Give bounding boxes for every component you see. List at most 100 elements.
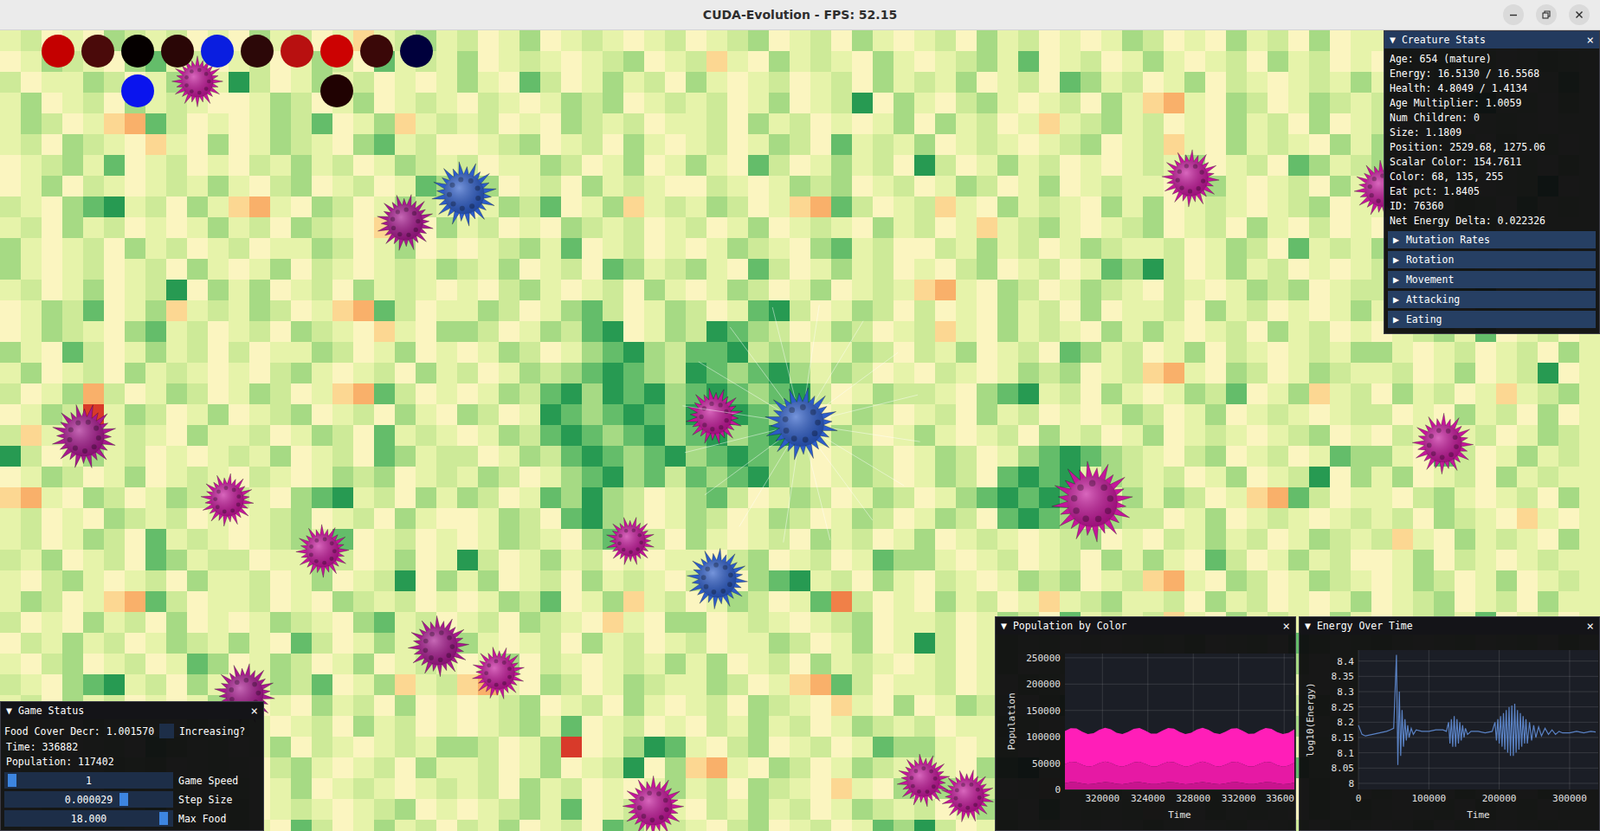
tile-row (0, 321, 1600, 342)
food-tile (290, 279, 312, 301)
food-tile (436, 113, 458, 135)
food-tile (561, 279, 582, 301)
food-tile (1059, 175, 1081, 197)
close-button[interactable] (1568, 4, 1590, 26)
food-tile (207, 321, 229, 342)
food-tile (1288, 279, 1310, 301)
food-tile (602, 425, 624, 446)
food-tile (1184, 487, 1206, 509)
food-tile (187, 508, 208, 530)
food-tile (851, 71, 873, 93)
food-tile (1122, 321, 1143, 342)
food-tile (1309, 466, 1330, 488)
food-tile (1205, 196, 1226, 218)
food-tile (0, 404, 21, 426)
food-tile (623, 300, 645, 322)
food-tile (1412, 487, 1434, 509)
food-tile (1475, 362, 1497, 384)
food-tile (228, 341, 250, 363)
food-tile (872, 341, 894, 363)
food-tile (228, 321, 250, 342)
food-tile (519, 113, 541, 135)
food-tile (893, 196, 915, 218)
food-tile (1309, 445, 1330, 467)
food-tile (166, 508, 188, 530)
food-tile (976, 238, 998, 259)
food-tile (145, 466, 167, 488)
food-tile (1059, 341, 1081, 363)
food-tile (1225, 71, 1247, 93)
food-tile (1267, 404, 1289, 426)
food-tile (810, 51, 832, 72)
food-tile (270, 383, 291, 405)
food-tile (311, 175, 333, 197)
food-tile (457, 383, 478, 405)
food-tile (851, 175, 873, 197)
food-tile (1184, 362, 1206, 384)
food-tile (1142, 51, 1164, 72)
food-tile (623, 154, 645, 176)
tile-row (0, 134, 1600, 155)
food-tile (519, 549, 541, 571)
food-tile (436, 300, 458, 322)
food-tile (415, 341, 437, 363)
food-tile (0, 175, 21, 197)
food-tile (0, 383, 21, 405)
food-tile (83, 362, 104, 384)
food-tile (1225, 549, 1247, 571)
food-tile (498, 508, 520, 530)
food-tile (1516, 383, 1538, 405)
food-tile (1163, 466, 1185, 488)
food-tile (1496, 445, 1517, 467)
food-tile (498, 279, 520, 301)
food-tile (997, 487, 1019, 509)
food-tile (706, 134, 728, 155)
food-tile (1205, 508, 1226, 530)
food-tile (311, 425, 333, 446)
food-tile (311, 383, 333, 405)
food-tile (124, 217, 146, 239)
food-tile (1122, 154, 1143, 176)
food-tile (561, 217, 582, 239)
food-tile (789, 30, 811, 52)
food-tile (644, 30, 665, 52)
food-tile (1018, 258, 1039, 280)
food-tile (415, 175, 437, 197)
food-tile (124, 113, 146, 135)
food-tile (955, 71, 977, 93)
food-tile (1288, 508, 1310, 530)
food-tile (581, 321, 603, 342)
food-tile (1309, 92, 1330, 114)
minimize-button[interactable] (1503, 4, 1524, 26)
food-tile (997, 30, 1019, 52)
food-tile (540, 30, 562, 52)
food-tile (311, 300, 333, 322)
food-tile (602, 258, 624, 280)
food-tile (1122, 92, 1143, 114)
food-tile (768, 238, 790, 259)
food-tile (872, 92, 894, 114)
food-tile (519, 71, 541, 93)
food-tile (810, 217, 832, 239)
food-tile (664, 529, 686, 550)
simulation-canvas[interactable]: ▼Creature Stats×Age: 654 (mature)Energy:… (0, 30, 1600, 831)
food-tile (706, 71, 728, 93)
food-tile (623, 341, 645, 363)
food-tile (20, 258, 42, 280)
food-tile (1350, 113, 1372, 135)
food-tile (851, 279, 873, 301)
food-tile (353, 466, 375, 488)
food-tile (436, 92, 458, 114)
food-tile (353, 341, 375, 363)
food-tile (1225, 175, 1247, 197)
food-tile (581, 487, 603, 509)
restore-button[interactable] (1535, 4, 1557, 26)
food-tile (41, 196, 63, 218)
food-tile (1267, 71, 1289, 93)
food-tile (935, 51, 956, 72)
food-tile (955, 154, 977, 176)
food-tile (602, 362, 624, 384)
food-tile (997, 154, 1019, 176)
food-tile (540, 71, 562, 93)
food-tile (145, 549, 167, 571)
